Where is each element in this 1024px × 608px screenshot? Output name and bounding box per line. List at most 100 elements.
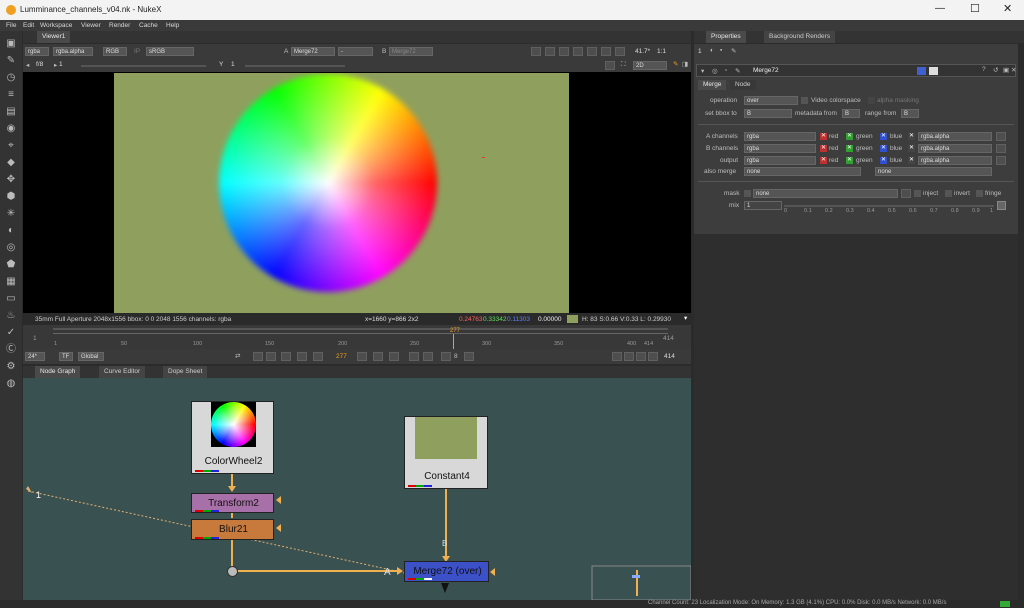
- subtab-node[interactable]: Node: [730, 80, 756, 90]
- viewer-canvas[interactable]: [23, 72, 691, 313]
- transform-icon[interactable]: ✥: [5, 174, 17, 186]
- channel-icon[interactable]: ≡: [5, 89, 17, 101]
- b-red-checkbox[interactable]: ✕: [820, 145, 827, 152]
- dot-node[interactable]: [227, 566, 238, 577]
- next-keyframe-icon[interactable]: [389, 352, 399, 361]
- transform-node[interactable]: Transform2: [191, 493, 274, 513]
- node-graph[interactable]: 1 ColorWheel2 Transform2 Blur21 Constant…: [23, 378, 691, 600]
- frame-step-readout[interactable]: 1: [59, 61, 63, 68]
- last-frame-icon[interactable]: [409, 352, 419, 361]
- gain-slider[interactable]: [81, 65, 206, 67]
- next-frame-icon[interactable]: [373, 352, 383, 361]
- out-red-checkbox[interactable]: ✕: [820, 157, 827, 164]
- gl-color-icon[interactable]: [929, 67, 938, 75]
- alpha-masking-checkbox[interactable]: [868, 97, 875, 104]
- a-blue-checkbox[interactable]: ✕: [880, 133, 887, 140]
- cache-icon[interactable]: [612, 352, 622, 361]
- views-icon[interactable]: ◎: [5, 242, 17, 254]
- end-frame-field[interactable]: 414: [664, 353, 675, 360]
- invert-checkbox[interactable]: [945, 190, 952, 197]
- loop-icon[interactable]: ⇄: [235, 352, 240, 360]
- subtab-merge[interactable]: Merge: [698, 80, 727, 90]
- play-forward-icon[interactable]: ◂: [26, 61, 29, 69]
- operation-dropdown[interactable]: over: [744, 96, 798, 105]
- also-merge2-dropdown[interactable]: none: [875, 167, 992, 176]
- a-alpha-dropdown[interactable]: rgba.alpha: [918, 132, 992, 141]
- collapse-icon[interactable]: ▾: [701, 67, 704, 75]
- furnace-icon[interactable]: ♨: [5, 310, 17, 322]
- camera-icon[interactable]: ⛶: [621, 61, 626, 69]
- range-icon[interactable]: [636, 352, 646, 361]
- merge-icon[interactable]: ◆: [5, 157, 17, 169]
- play-backward-icon[interactable]: [313, 352, 323, 361]
- proxy-icon[interactable]: [601, 47, 611, 56]
- out-point-icon[interactable]: [423, 352, 433, 361]
- maximize-button[interactable]: ☐: [970, 2, 980, 15]
- menu-render[interactable]: Render: [109, 22, 130, 29]
- timeline[interactable]: 1 414 1 50 100 150 200 250 300 350 400 4…: [23, 325, 691, 349]
- paint-icon[interactable]: ✎: [673, 60, 678, 68]
- out-link-icon[interactable]: [996, 156, 1006, 165]
- viewer-node-icon[interactable]: ▫: [725, 67, 727, 74]
- color-icon[interactable]: ▤: [5, 106, 17, 118]
- other-icon[interactable]: ▭: [5, 293, 17, 305]
- tab-dope-sheet[interactable]: Dope Sheet: [163, 366, 208, 378]
- minimize-button[interactable]: —: [935, 3, 945, 14]
- clipping-icon[interactable]: [545, 47, 555, 56]
- ratio-readout[interactable]: 1:1: [657, 48, 666, 55]
- bbox-dropdown[interactable]: B: [744, 109, 792, 118]
- a-link-icon[interactable]: [996, 132, 1006, 141]
- histogram-icon[interactable]: [559, 47, 569, 56]
- animation-icon[interactable]: [997, 201, 1006, 210]
- toolsets-icon[interactable]: ▦: [5, 276, 17, 288]
- playhead[interactable]: [453, 334, 454, 349]
- float-panel-icon[interactable]: ▪: [720, 47, 722, 54]
- max-panels-field[interactable]: 1: [698, 48, 702, 55]
- constant-node[interactable]: Constant4: [404, 416, 488, 489]
- filter-icon[interactable]: ◉: [5, 123, 17, 135]
- tab-node-graph[interactable]: Node Graph: [35, 366, 81, 378]
- time-icon[interactable]: ◷: [5, 72, 17, 84]
- nuke-icon[interactable]: ◍: [5, 378, 17, 390]
- frame-increment[interactable]: 8: [454, 353, 458, 360]
- tf-dropdown[interactable]: TF: [59, 352, 73, 361]
- video-colorspace-checkbox[interactable]: [801, 97, 808, 104]
- graph-minimap[interactable]: [593, 567, 690, 599]
- a-red-checkbox[interactable]: ✕: [820, 133, 827, 140]
- menu-edit[interactable]: Edit: [23, 22, 34, 29]
- skip-forward-icon[interactable]: [464, 352, 474, 361]
- input-a-dropdown[interactable]: Merge72: [291, 47, 335, 56]
- timeline-track[interactable]: [53, 328, 668, 330]
- deep-icon[interactable]: ◐: [5, 225, 17, 237]
- mask-link-icon[interactable]: [901, 189, 911, 198]
- viewer-image[interactable]: [114, 73, 569, 313]
- tab-curve-editor[interactable]: Curve Editor: [99, 366, 146, 378]
- cara-icon[interactable]: Ⓒ: [5, 344, 17, 356]
- tab-properties[interactable]: Properties: [706, 31, 746, 43]
- step-icon[interactable]: ▸: [54, 61, 57, 69]
- channels-dropdown[interactable]: rgba: [25, 47, 49, 56]
- lock-panel-icon[interactable]: ◐: [710, 47, 714, 54]
- first-frame-icon[interactable]: [266, 352, 276, 361]
- scope-dropdown[interactable]: Global: [78, 352, 104, 361]
- merge-output-arrow[interactable]: [441, 583, 449, 593]
- blur-mask-input[interactable]: [276, 524, 281, 532]
- help-icon[interactable]: ?: [982, 66, 986, 73]
- roi-icon[interactable]: [531, 47, 541, 56]
- display-dropdown[interactable]: RGB: [103, 47, 127, 56]
- menu-help[interactable]: Help: [166, 22, 179, 29]
- out-alpha-checkbox[interactable]: ✕: [908, 157, 915, 164]
- info-menu-icon[interactable]: ▾: [684, 314, 687, 322]
- mask-dropdown[interactable]: none: [753, 189, 898, 198]
- a-alpha-checkbox[interactable]: ✕: [908, 133, 915, 140]
- menu-cache[interactable]: Cache: [139, 22, 158, 29]
- bbox-icon[interactable]: [605, 61, 615, 70]
- zoom-readout[interactable]: 41.7*: [635, 48, 650, 55]
- merge-mask-input[interactable]: [490, 568, 495, 576]
- lock-icon[interactable]: [624, 352, 634, 361]
- close-button[interactable]: ✕: [1003, 2, 1012, 15]
- gamma-slider[interactable]: [245, 65, 345, 67]
- zebra-icon[interactable]: [573, 47, 583, 56]
- tab-background-renders[interactable]: Background Renders: [764, 31, 836, 43]
- keyer-icon[interactable]: ⌖: [5, 140, 17, 152]
